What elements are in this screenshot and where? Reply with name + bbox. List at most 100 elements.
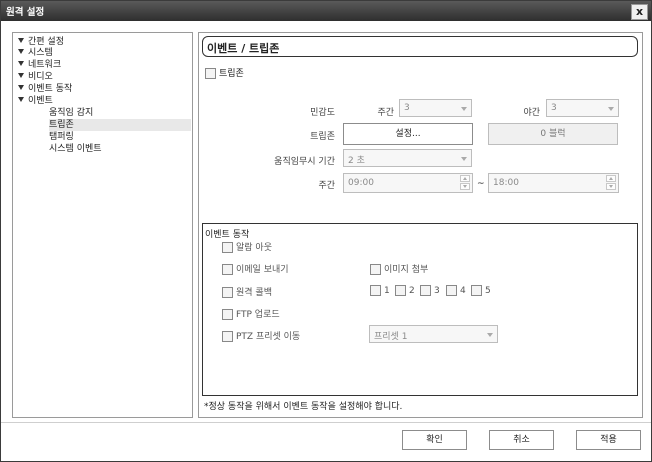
- settings-tree: 간편 설정 시스템 네트워크 비디오 이벤트 동작 이벤트 움직임 감지 트립존…: [12, 32, 193, 418]
- checkbox-label: 알람 아웃: [236, 243, 272, 253]
- select-value: 2 초: [348, 156, 365, 166]
- expand-arrow-icon[interactable]: [18, 97, 24, 102]
- day-sensitivity-select[interactable]: 3: [399, 99, 472, 117]
- spin-down-icon[interactable]: [606, 183, 616, 190]
- checkbox-icon[interactable]: [370, 264, 381, 275]
- daytime-start-spinner[interactable]: 09:00: [343, 173, 473, 193]
- page-title: 이벤트 / 트립존: [207, 42, 280, 55]
- ptz-preset-checkbox[interactable]: PTZ 프리셋 이동: [222, 329, 300, 342]
- daytime-end-spinner[interactable]: 18:00: [488, 173, 619, 193]
- tripzone-panel: 이벤트 / 트립존 트립존 민감도 주간 3 야간 3 트립존 설정... 0 …: [198, 32, 643, 418]
- event-actions-group: 이벤트 동작 알람 아웃 이메일 보내기 이미지 첨부 원격 콜백 1 2 3 …: [202, 223, 638, 396]
- close-icon[interactable]: x: [631, 4, 648, 20]
- checkbox-icon[interactable]: [222, 242, 233, 253]
- title-bar[interactable]: 원격 설정 x: [1, 1, 651, 21]
- spinner-value: 09:00: [348, 178, 374, 188]
- chevron-down-icon: [487, 333, 493, 337]
- block-count-display: 0 블럭: [488, 123, 618, 145]
- event-action-note: *정상 동작을 위해서 이벤트 동작을 설정해야 합니다.: [204, 402, 403, 412]
- panel-heading-box: 이벤트 / 트립존: [202, 36, 638, 57]
- tree-item-label: 이벤트: [28, 96, 53, 106]
- expand-arrow-icon[interactable]: [18, 73, 24, 78]
- checkbox-icon[interactable]: [446, 285, 457, 296]
- tree-item-video[interactable]: 비디오: [18, 71, 53, 83]
- callback-channel-5[interactable]: 5: [471, 285, 491, 296]
- tree-item-label: 시스템: [28, 48, 53, 58]
- select-value: 프리셋 1: [374, 332, 408, 342]
- tree-item-label: 비디오: [28, 72, 53, 82]
- sensitivity-label: 민감도: [310, 108, 335, 118]
- chevron-down-icon: [608, 107, 614, 111]
- spin-up-icon[interactable]: [460, 175, 470, 182]
- tree-item-tampering[interactable]: 탬퍼링: [49, 131, 74, 143]
- expand-arrow-icon[interactable]: [18, 85, 24, 90]
- checkbox-label: 트립존: [219, 69, 244, 79]
- checkbox-icon[interactable]: [205, 68, 216, 79]
- ok-button[interactable]: 확인: [402, 430, 467, 450]
- checkbox-icon[interactable]: [370, 285, 381, 296]
- checkbox-label: 원격 콜백: [236, 288, 272, 298]
- callback-channel-1[interactable]: 1: [370, 285, 390, 296]
- remote-callback-checkbox[interactable]: 원격 콜백: [222, 285, 272, 298]
- checkbox-label: 이메일 보내기: [236, 265, 289, 275]
- tree-item-event-action[interactable]: 이벤트 동작: [18, 83, 72, 95]
- checkbox-label: FTP 업로드: [236, 310, 280, 320]
- night-label: 야간: [523, 108, 540, 118]
- checkbox-icon[interactable]: [471, 285, 482, 296]
- spin-down-icon[interactable]: [460, 183, 470, 190]
- tree-item-tripzone[interactable]: 트립존: [49, 119, 191, 131]
- tripzone-setup-button[interactable]: 설정...: [343, 123, 473, 145]
- tree-item-system[interactable]: 시스템: [18, 47, 53, 59]
- alarm-out-checkbox[interactable]: 알람 아웃: [222, 240, 272, 253]
- checkbox-icon[interactable]: [395, 285, 406, 296]
- attach-image-checkbox[interactable]: 이미지 첨부: [370, 262, 428, 275]
- chevron-down-icon: [461, 157, 467, 161]
- callback-channel-3[interactable]: 3: [420, 285, 440, 296]
- checkbox-label: 2: [409, 286, 415, 296]
- checkbox-label: 4: [460, 286, 466, 296]
- tree-item-system-event[interactable]: 시스템 이벤트: [49, 143, 102, 155]
- day-label: 주간: [377, 108, 394, 118]
- checkbox-label: PTZ 프리셋 이동: [236, 332, 301, 342]
- checkbox-icon[interactable]: [222, 309, 233, 320]
- ptz-preset-select[interactable]: 프리셋 1: [369, 325, 498, 343]
- tree-item-motion-detection[interactable]: 움직임 감지: [49, 107, 93, 119]
- checkbox-label: 1: [384, 286, 390, 296]
- spin-up-icon[interactable]: [606, 175, 616, 182]
- daytime-label: 주간: [318, 181, 335, 191]
- divider: [1, 422, 651, 423]
- tripzone-label: 트립존: [310, 132, 335, 142]
- checkbox-label: 3: [434, 286, 440, 296]
- apply-button[interactable]: 적용: [576, 430, 641, 450]
- ignore-duration-label: 움직임무시 기간: [274, 157, 335, 167]
- callback-channel-2[interactable]: 2: [395, 285, 415, 296]
- expand-arrow-icon[interactable]: [18, 49, 24, 54]
- callback-channel-4[interactable]: 4: [446, 285, 466, 296]
- cancel-button[interactable]: 취소: [489, 430, 554, 450]
- tree-item-label: 네트워크: [28, 60, 62, 70]
- expand-arrow-icon[interactable]: [18, 61, 24, 66]
- window-title: 원격 설정: [6, 7, 45, 18]
- tree-item-network[interactable]: 네트워크: [18, 59, 61, 71]
- time-range-separator: ~: [477, 179, 485, 189]
- tree-item-label: 간편 설정: [28, 37, 64, 47]
- event-actions-title: 이벤트 동작: [205, 230, 250, 240]
- tree-item-label: 이벤트 동작: [28, 84, 73, 94]
- expand-arrow-icon[interactable]: [18, 38, 24, 43]
- spinner-value: 18:00: [493, 178, 519, 188]
- tripzone-enable-checkbox[interactable]: 트립존: [205, 66, 244, 79]
- select-value: 3: [404, 103, 410, 113]
- checkbox-icon[interactable]: [420, 285, 431, 296]
- checkbox-icon[interactable]: [222, 287, 233, 298]
- select-value: 3: [551, 103, 557, 113]
- send-email-checkbox[interactable]: 이메일 보내기: [222, 262, 289, 275]
- remote-settings-window: 원격 설정 x 간편 설정 시스템 네트워크 비디오 이벤트 동작 이벤트 움직…: [0, 0, 652, 462]
- checkbox-icon[interactable]: [222, 331, 233, 342]
- checkbox-label: 이미지 첨부: [384, 265, 429, 275]
- ftp-upload-checkbox[interactable]: FTP 업로드: [222, 307, 280, 320]
- night-sensitivity-select[interactable]: 3: [546, 99, 619, 117]
- ignore-duration-select[interactable]: 2 초: [343, 149, 472, 167]
- checkbox-icon[interactable]: [222, 264, 233, 275]
- tree-item-event[interactable]: 이벤트: [18, 95, 53, 107]
- checkbox-label: 5: [485, 286, 491, 296]
